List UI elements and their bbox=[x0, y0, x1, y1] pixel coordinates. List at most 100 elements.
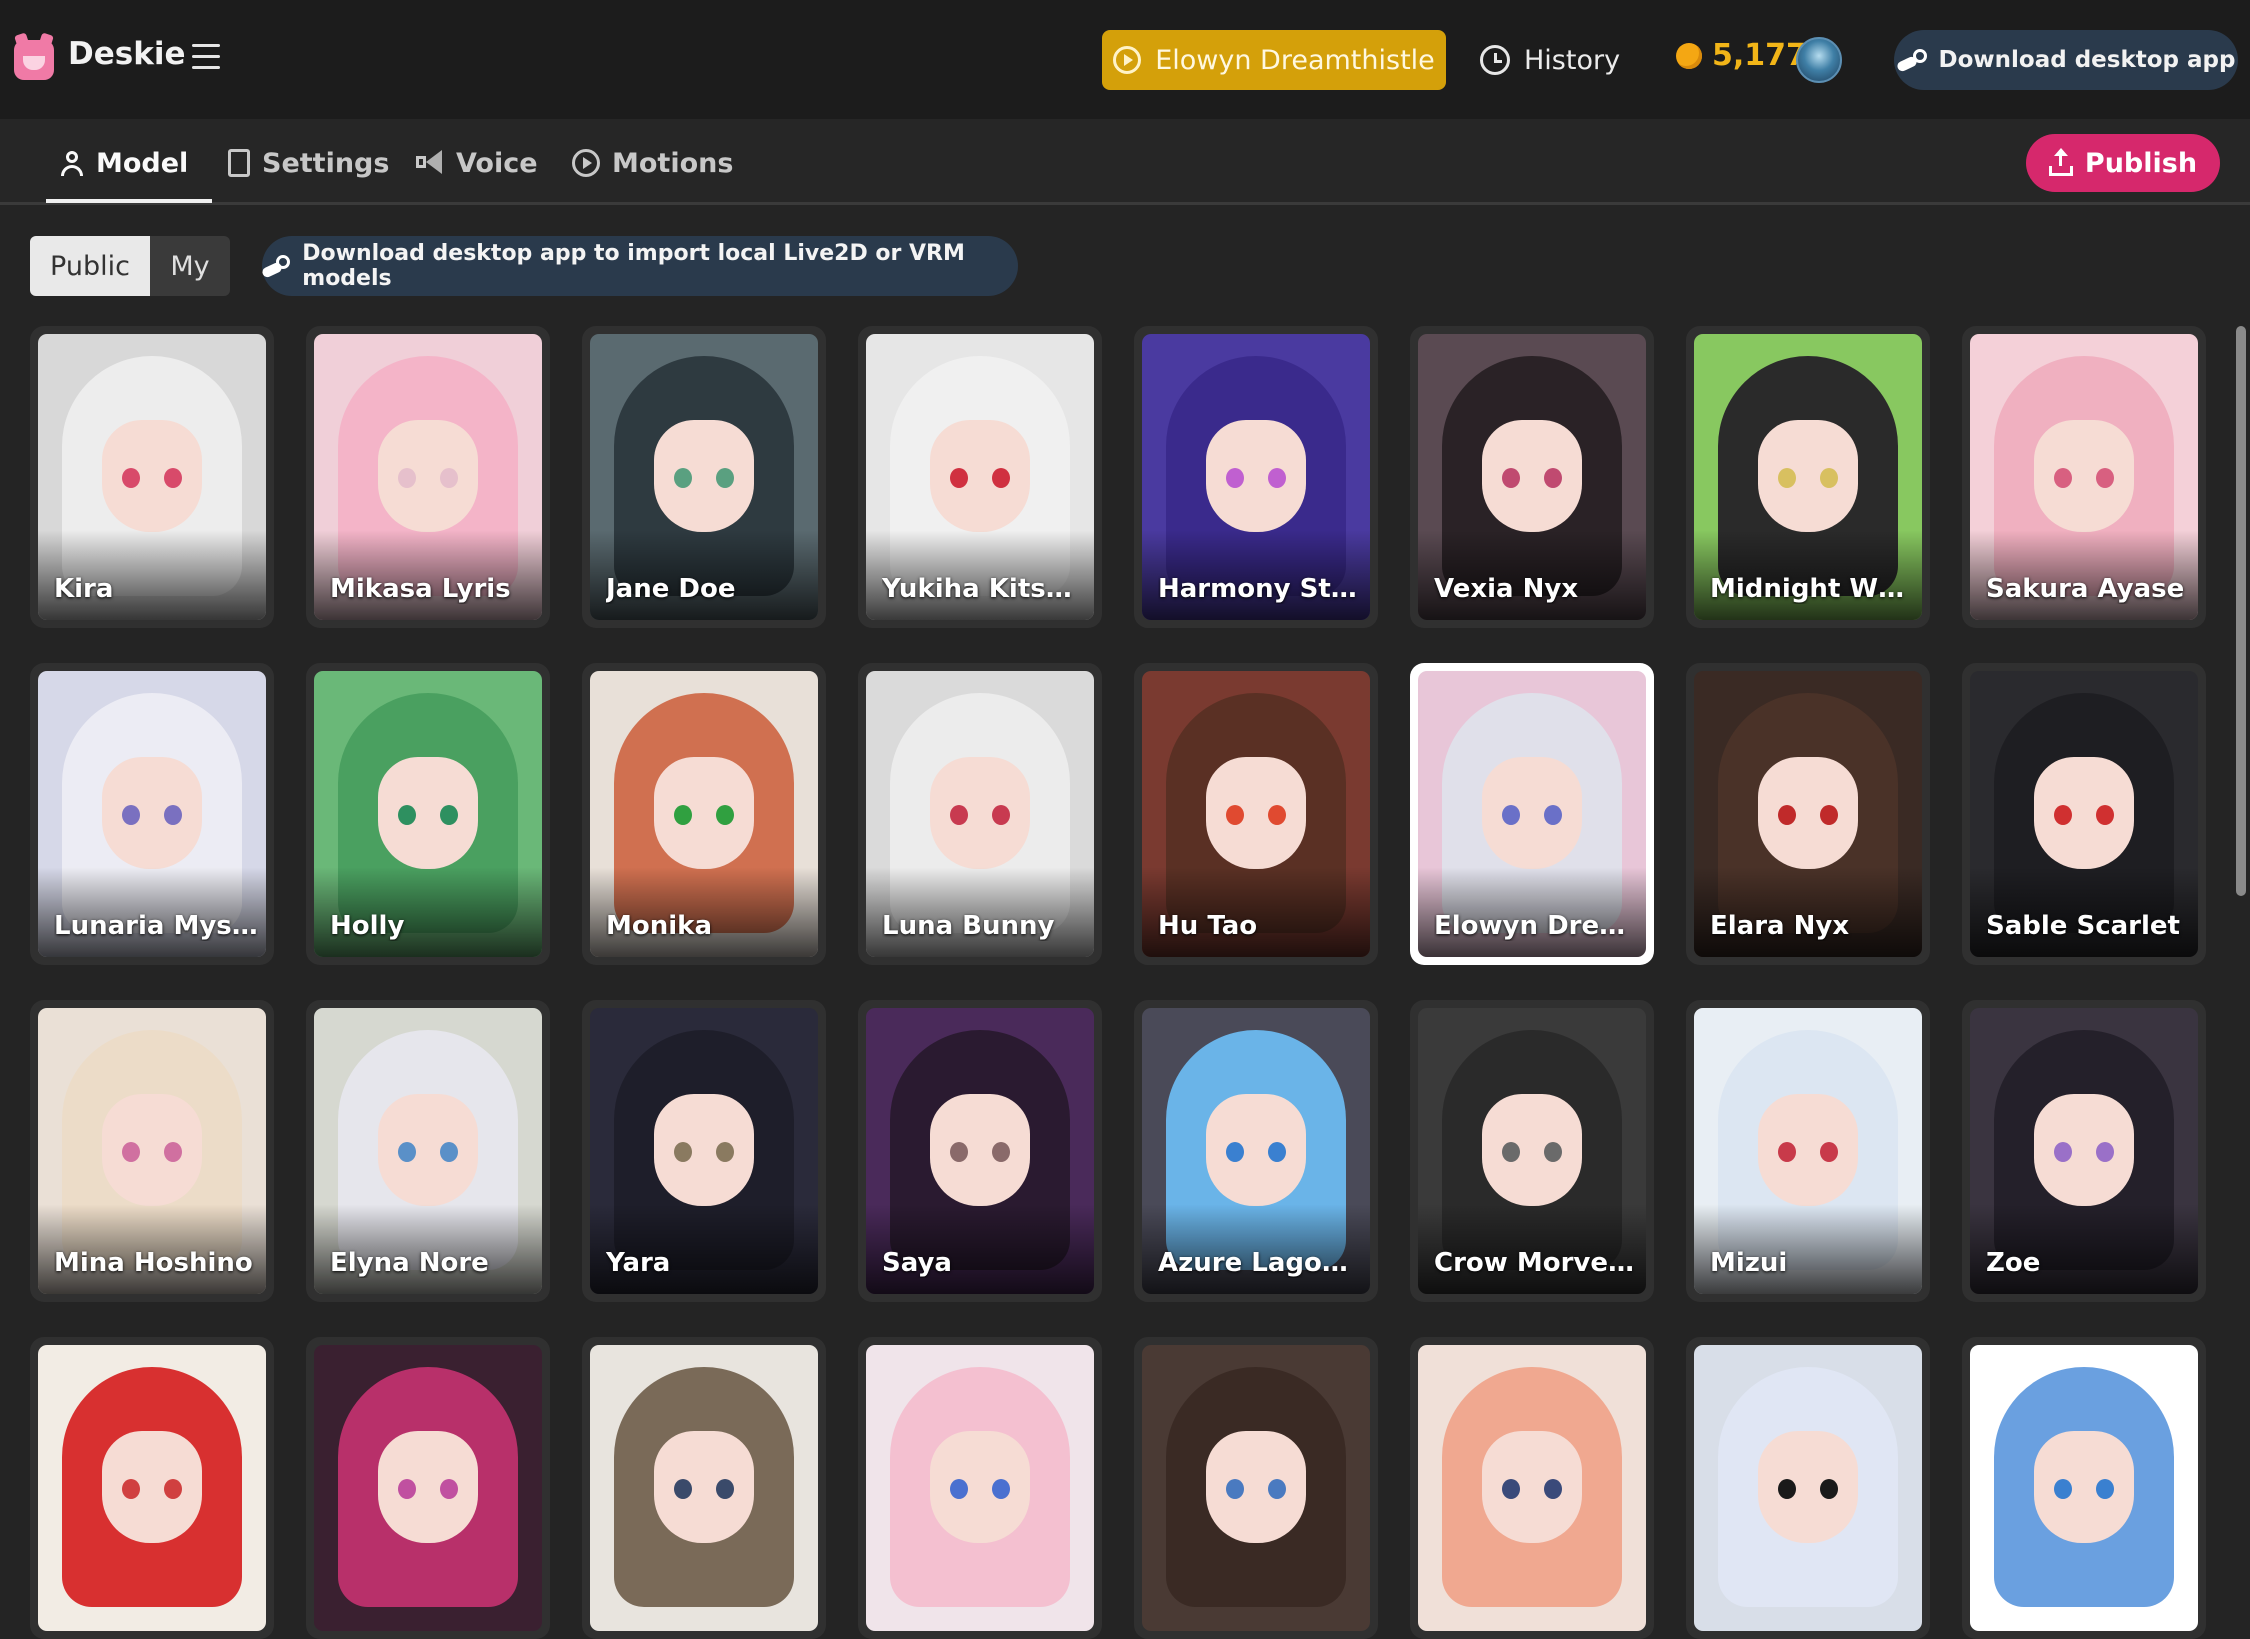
model-thumbnail bbox=[1970, 1345, 2198, 1631]
character-eye bbox=[1502, 805, 1520, 825]
model-card[interactable] bbox=[306, 1337, 550, 1639]
character-face bbox=[1758, 420, 1858, 532]
character-eye bbox=[1820, 805, 1838, 825]
model-card[interactable]: Lunaria Mystwood bbox=[30, 663, 274, 965]
model-card[interactable]: Elowyn Dreamthistle bbox=[1410, 663, 1654, 965]
user-icon bbox=[60, 149, 84, 177]
character-eye bbox=[992, 805, 1010, 825]
scrollbar[interactable] bbox=[2236, 326, 2246, 896]
history-button[interactable]: History bbox=[1480, 38, 1620, 82]
model-card[interactable]: Azure Lagomorph bbox=[1134, 1000, 1378, 1302]
model-card[interactable] bbox=[30, 1337, 274, 1639]
character-eye bbox=[1820, 468, 1838, 488]
tab-settings[interactable]: Settings bbox=[228, 143, 389, 183]
model-name: Yara bbox=[606, 1248, 671, 1278]
model-name: Elowyn Dreamthistle bbox=[1434, 911, 1638, 941]
model-card[interactable]: Mizui bbox=[1686, 1000, 1930, 1302]
filter-public[interactable]: Public bbox=[30, 236, 150, 296]
character-eye bbox=[1502, 1142, 1520, 1162]
model-card[interactable]: Mikasa Lyris bbox=[306, 326, 550, 628]
character-eye bbox=[2054, 1479, 2072, 1499]
model-card[interactable]: Monika bbox=[582, 663, 826, 965]
model-card[interactable]: Elyna Nore bbox=[306, 1000, 550, 1302]
download-label: Download desktop app bbox=[1938, 47, 2236, 73]
model-card[interactable]: Harmony Starlight bbox=[1134, 326, 1378, 628]
model-card[interactable]: Mina Hoshino bbox=[30, 1000, 274, 1302]
tab-motions[interactable]: Motions bbox=[572, 143, 733, 183]
character-face bbox=[378, 1431, 478, 1543]
model-name: Jane Doe bbox=[606, 574, 736, 604]
character-face bbox=[2034, 1094, 2134, 1206]
model-card[interactable] bbox=[1410, 1337, 1654, 1639]
model-name: Luna Bunny bbox=[882, 911, 1055, 941]
model-thumbnail: Sable Scarlet bbox=[1970, 671, 2198, 957]
model-card[interactable] bbox=[582, 1337, 826, 1639]
model-card[interactable]: Crow Morveren bbox=[1410, 1000, 1654, 1302]
character-eye bbox=[164, 468, 182, 488]
model-card[interactable]: Holly bbox=[306, 663, 550, 965]
model-card[interactable]: Luna Bunny bbox=[858, 663, 1102, 965]
model-card[interactable]: Kira bbox=[30, 326, 274, 628]
model-card[interactable]: Midnight Whisker bbox=[1686, 326, 1930, 628]
model-card[interactable]: Sakura Ayase bbox=[1962, 326, 2206, 628]
tab-model[interactable]: Model bbox=[60, 143, 188, 183]
model-thumbnail: Elyna Nore bbox=[314, 1008, 542, 1294]
model-card[interactable]: Sable Scarlet bbox=[1962, 663, 2206, 965]
brand-name[interactable]: Deskie bbox=[68, 36, 185, 72]
download-desktop-button[interactable]: Download desktop app bbox=[1894, 30, 2238, 90]
model-thumbnail: Elowyn Dreamthistle bbox=[1418, 671, 1646, 957]
model-name: Lunaria Mystwood bbox=[54, 911, 258, 941]
character-face bbox=[378, 757, 478, 869]
character-face bbox=[1758, 1431, 1858, 1543]
model-card[interactable] bbox=[1962, 1337, 2206, 1639]
character-eye bbox=[950, 1479, 968, 1499]
current-character-button[interactable]: Elowyn Dreamthistle bbox=[1102, 30, 1446, 90]
character-eye bbox=[1226, 468, 1244, 488]
model-card[interactable]: Yara bbox=[582, 1000, 826, 1302]
character-face bbox=[1206, 1094, 1306, 1206]
model-card[interactable]: Elara Nyx bbox=[1686, 663, 1930, 965]
model-thumbnail: Vexia Nyx bbox=[1418, 334, 1646, 620]
publish-button[interactable]: Publish bbox=[2026, 134, 2220, 192]
coin-balance[interactable]: 5,177 bbox=[1676, 38, 1807, 73]
character-eye bbox=[440, 1479, 458, 1499]
character-face bbox=[930, 1431, 1030, 1543]
model-card[interactable]: Hu Tao bbox=[1134, 663, 1378, 965]
current-character-label: Elowyn Dreamthistle bbox=[1155, 44, 1435, 76]
tab-voice[interactable]: Voice bbox=[416, 143, 538, 183]
model-card[interactable] bbox=[858, 1337, 1102, 1639]
character-eye bbox=[164, 1479, 182, 1499]
character-face bbox=[1758, 1094, 1858, 1206]
character-eye bbox=[2096, 1142, 2114, 1162]
model-card[interactable]: Jane Doe bbox=[582, 326, 826, 628]
character-eye bbox=[992, 1142, 1010, 1162]
import-models-banner[interactable]: Download desktop app to import local Liv… bbox=[262, 236, 1018, 296]
model-card[interactable]: Zoe bbox=[1962, 1000, 2206, 1302]
model-thumbnail: Jane Doe bbox=[590, 334, 818, 620]
menu-icon[interactable] bbox=[192, 44, 220, 70]
play-icon bbox=[1113, 46, 1142, 74]
character-face bbox=[1482, 1094, 1582, 1206]
character-face bbox=[1206, 1431, 1306, 1543]
character-face bbox=[2034, 420, 2134, 532]
filter-my[interactable]: My bbox=[150, 236, 230, 296]
model-name: Mina Hoshino bbox=[54, 1248, 253, 1278]
model-name: Kira bbox=[54, 574, 114, 604]
character-eye bbox=[164, 1142, 182, 1162]
character-eye bbox=[1502, 1479, 1520, 1499]
deskie-logo-icon[interactable] bbox=[14, 40, 54, 80]
model-thumbnail: Luna Bunny bbox=[866, 671, 1094, 957]
model-card[interactable] bbox=[1686, 1337, 1930, 1639]
model-card[interactable]: Vexia Nyx bbox=[1410, 326, 1654, 628]
character-eye bbox=[674, 468, 692, 488]
model-card[interactable]: Yukiha Kitsune bbox=[858, 326, 1102, 628]
character-eye bbox=[122, 805, 140, 825]
model-card[interactable]: Saya bbox=[858, 1000, 1102, 1302]
character-eye bbox=[716, 1142, 734, 1162]
user-avatar[interactable] bbox=[1796, 37, 1842, 83]
model-thumbnail bbox=[1142, 1345, 1370, 1631]
steam-icon bbox=[1897, 49, 1927, 71]
character-eye bbox=[674, 1479, 692, 1499]
character-eye bbox=[950, 1142, 968, 1162]
model-card[interactable] bbox=[1134, 1337, 1378, 1639]
